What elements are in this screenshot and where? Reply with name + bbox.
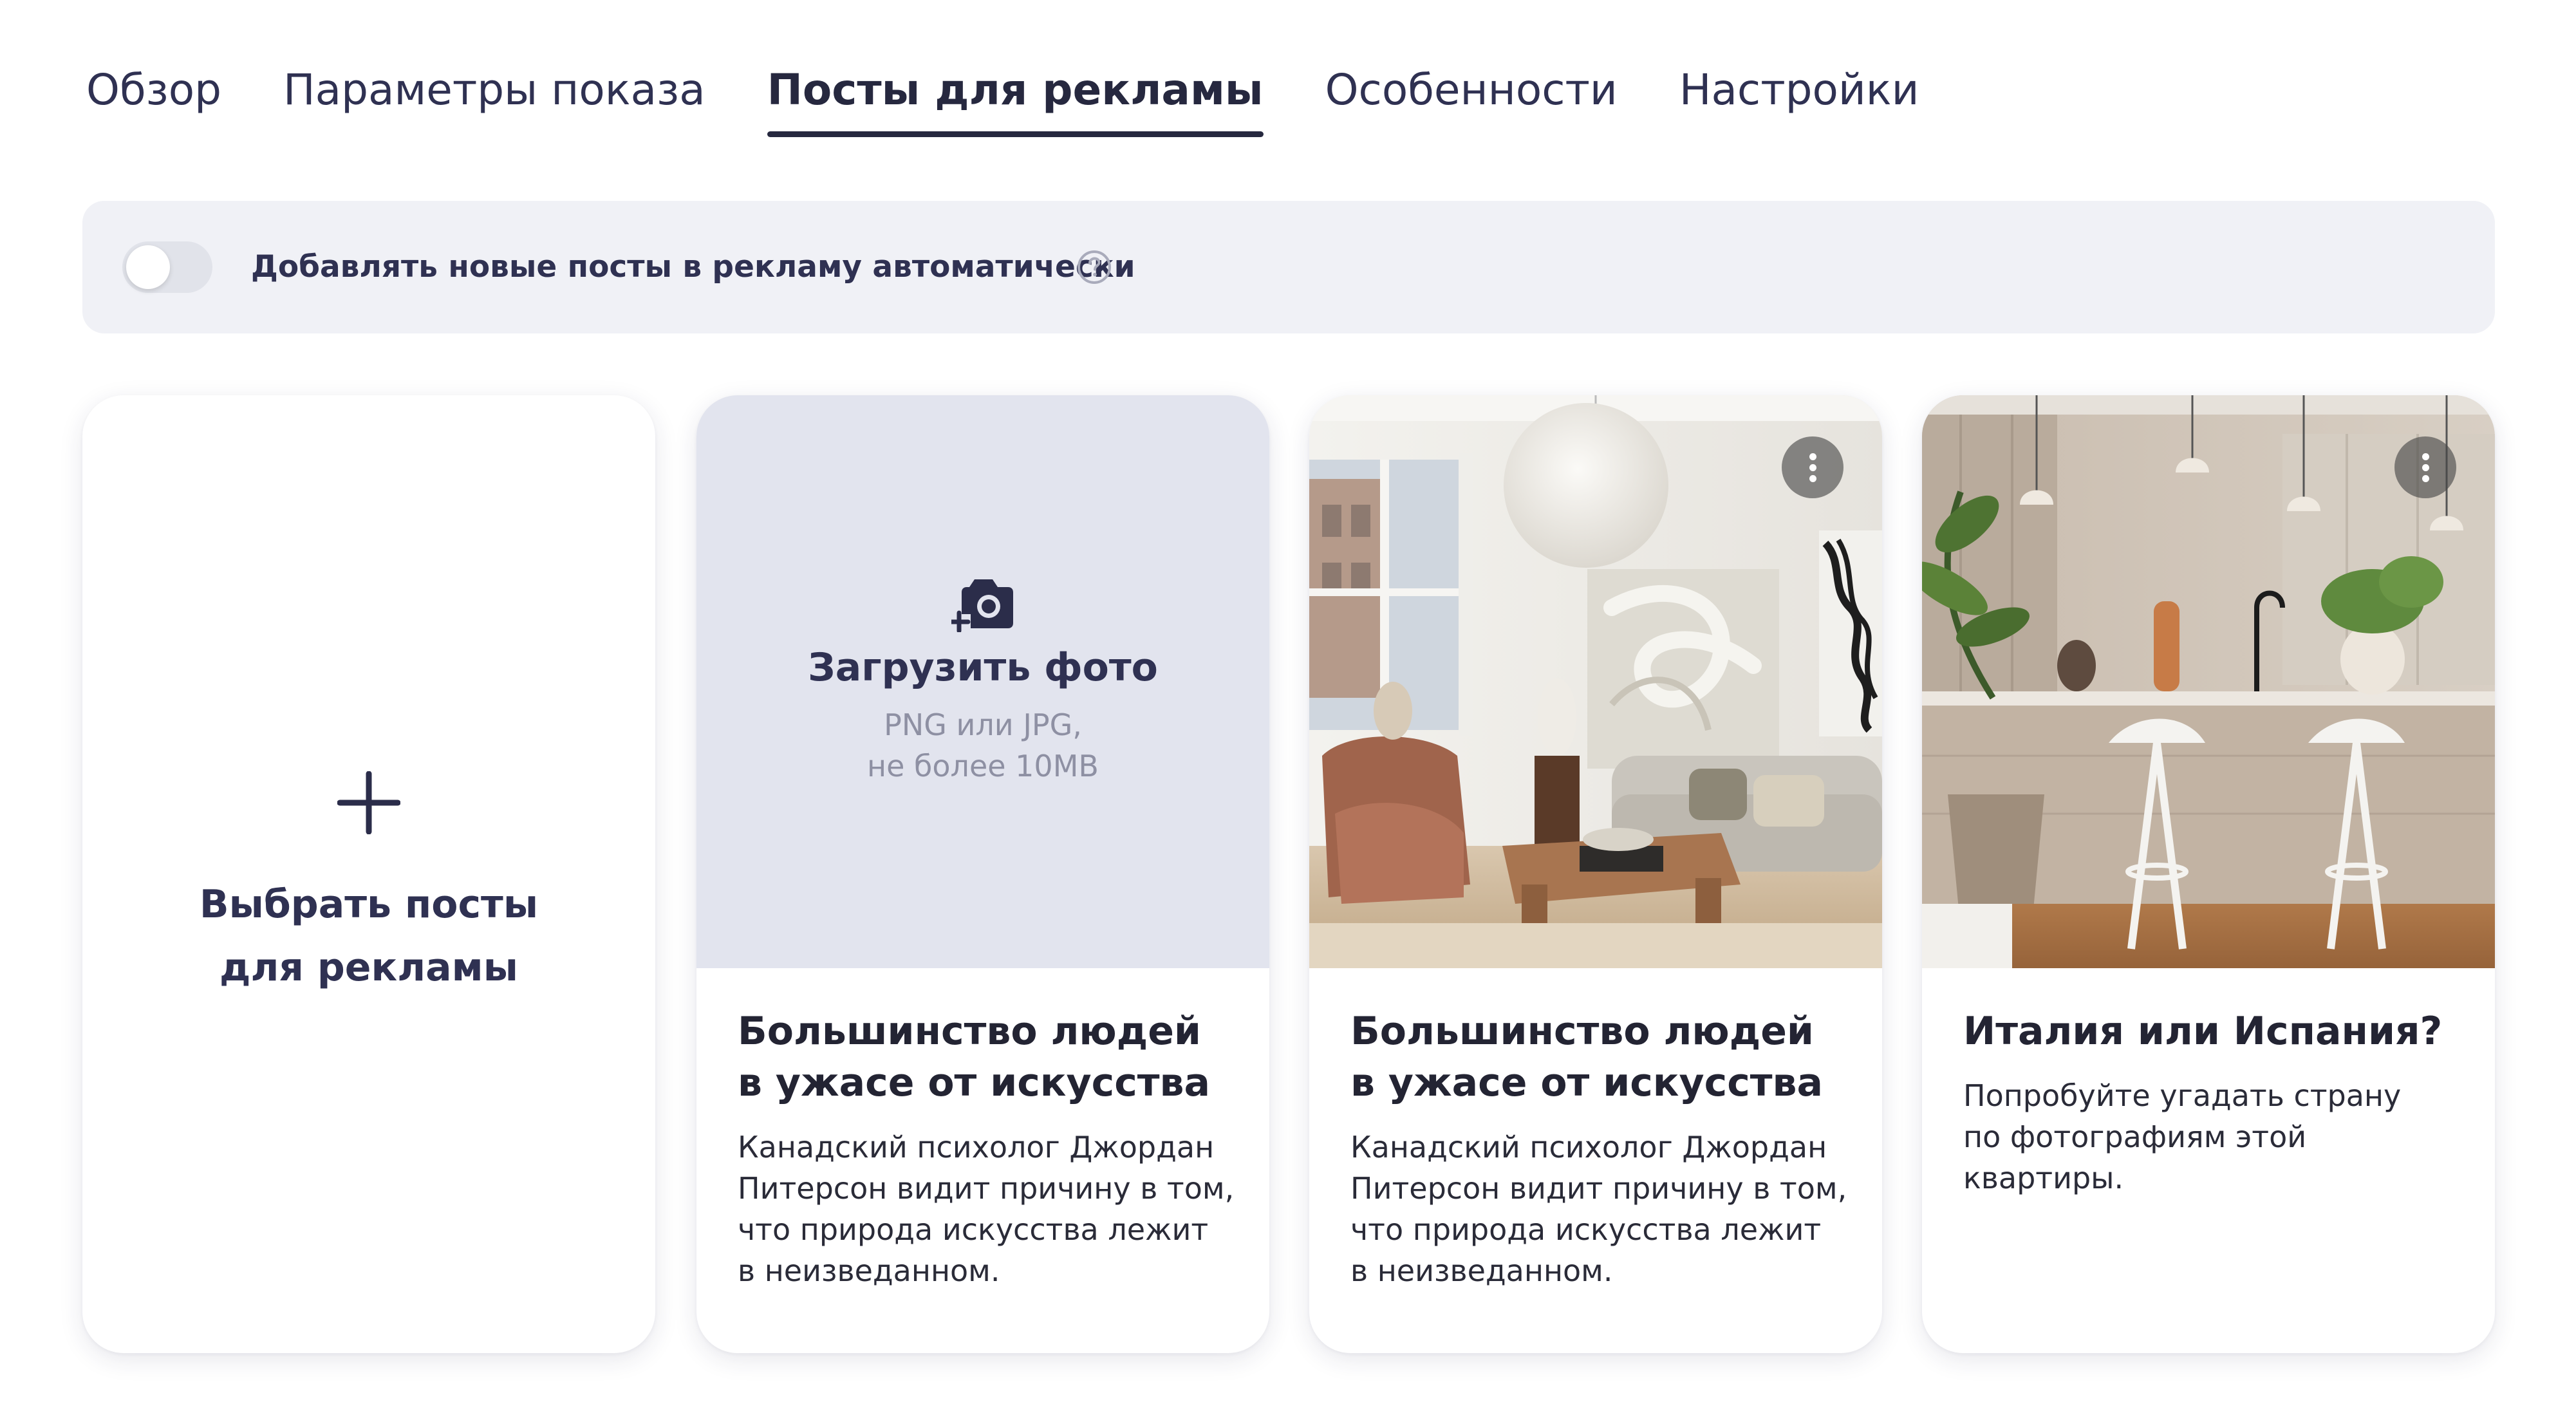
post-body-line4: в неизведанном.: [1350, 1253, 1613, 1288]
menu-dot: [2422, 453, 2429, 460]
post-title-line1: Италия или Испания?: [1963, 1009, 2443, 1054]
tab-overview[interactable]: Обзор: [86, 59, 221, 121]
post-text: Большинство людей в ужасе от искусства К…: [738, 1006, 1238, 1291]
post-title-line2: в ужасе от искусства: [1350, 1060, 1824, 1105]
auto-add-label: Добавлять новые посты в рекламу автомати…: [251, 249, 1135, 285]
post-body-line2: Питерсон видит причину в том,: [1350, 1171, 1847, 1206]
post-menu-button[interactable]: [2394, 436, 2456, 498]
menu-dot: [1809, 464, 1816, 471]
post-body-line1: Канадский психолог Джордан: [1350, 1130, 1827, 1165]
upload-photo-title: Загрузить фото: [808, 645, 1158, 690]
choose-posts-card[interactable]: Выбрать посты для рекламы: [82, 395, 655, 1353]
question-circle-icon[interactable]: [1077, 250, 1112, 285]
post-title: Италия или Испания?: [1963, 1006, 2464, 1057]
post-body-line2: Питерсон видит причину в том,: [738, 1171, 1235, 1206]
post-body-line3: что природа искусства лежит: [738, 1212, 1209, 1247]
post-title: Большинство людей в ужасе от искусства: [738, 1006, 1238, 1109]
post-card[interactable]: Италия или Испания? Попробуйте угадать с…: [1922, 395, 2495, 1353]
post-text: Большинство людей в ужасе от искусства К…: [1350, 1006, 1851, 1291]
tab-features[interactable]: Особенности: [1325, 59, 1618, 121]
upload-photo-area[interactable]: Загрузить фото PNG или JPG, не более 10M…: [696, 395, 1269, 968]
upload-photo-hint: PNG или JPG, не более 10MB: [696, 704, 1269, 787]
choose-posts-label-line1: Выбрать посты: [199, 882, 539, 927]
post-card[interactable]: Большинство людей в ужасе от искусства К…: [1309, 395, 1882, 1353]
post-body-line3: что природа искусства лежит: [1350, 1212, 1822, 1247]
upload-hint-line2: не более 10MB: [867, 749, 1099, 783]
post-body-line1: Попробуйте угадать страну: [1963, 1078, 2402, 1113]
post-text: Италия или Испания? Попробуйте угадать с…: [1963, 1006, 2464, 1199]
auto-add-toggle[interactable]: [122, 241, 212, 293]
auto-add-bar: Добавлять новые посты в рекламу автомати…: [82, 201, 2495, 333]
choose-posts-label: Выбрать посты для рекламы: [82, 873, 655, 999]
post-title-line2: в ужасе от искусства: [738, 1060, 1211, 1105]
menu-dot: [1809, 453, 1816, 460]
post-title: Большинство людей в ужасе от искусства: [1350, 1006, 1851, 1109]
tab-ad-posts[interactable]: Посты для рекламы: [767, 59, 1264, 137]
choose-posts-label-line2: для рекламы: [219, 945, 518, 990]
post-body: Канадский психолог Джордан Питерсон види…: [738, 1127, 1238, 1291]
toggle-knob: [126, 245, 170, 289]
tab-settings[interactable]: Настройки: [1679, 59, 1919, 121]
post-menu-button[interactable]: [1782, 436, 1843, 498]
tab-bar: Обзор Параметры показа Посты для рекламы…: [86, 59, 1981, 137]
camera-add-icon: [951, 579, 1013, 632]
menu-dot: [2422, 475, 2429, 482]
post-title-line1: Большинство людей: [738, 1009, 1201, 1054]
post-title-line1: Большинство людей: [1350, 1009, 1814, 1054]
tab-display-settings[interactable]: Параметры показа: [283, 59, 705, 121]
post-body: Канадский психолог Джордан Питерсон види…: [1350, 1127, 1851, 1291]
menu-dot: [2422, 464, 2429, 471]
upload-hint-line1: PNG или JPG,: [884, 707, 1082, 742]
menu-dot: [1809, 475, 1816, 482]
post-body-line1: Канадский психолог Джордан: [738, 1130, 1215, 1165]
plus-icon: [337, 771, 400, 834]
post-body-line4: в неизведанном.: [738, 1253, 1000, 1288]
upload-post-card: Загрузить фото PNG или JPG, не более 10M…: [696, 395, 1269, 1353]
post-body: Попробуйте угадать страну по фотографиям…: [1963, 1075, 2464, 1199]
post-body-line2: по фотографиям этой квартиры.: [1963, 1119, 2307, 1195]
